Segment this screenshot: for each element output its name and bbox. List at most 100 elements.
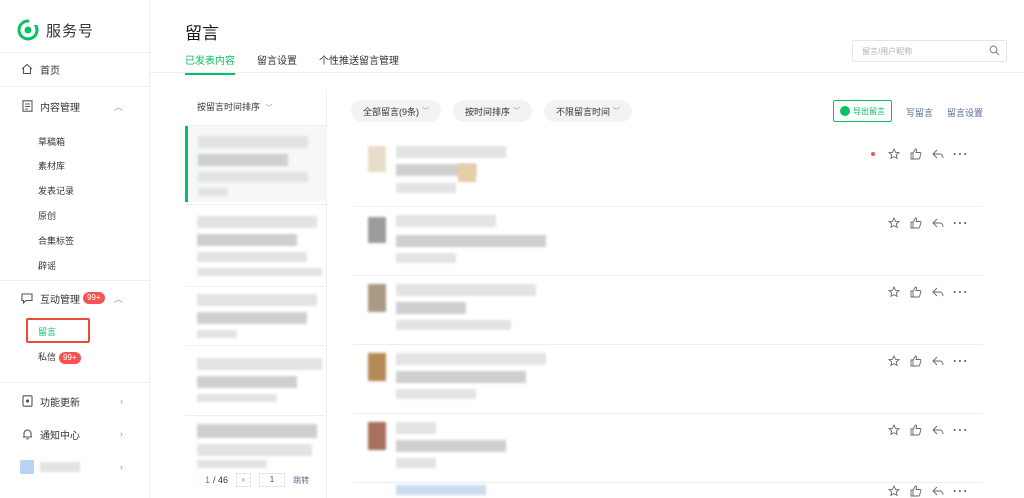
filter-bar: 全部留言(9条) ﹀ 按时间排序 ﹀ 不限留言时间 ﹀ — [351, 100, 633, 122]
comment-row: ⋯ — [353, 207, 983, 276]
sidebar-item-materials[interactable]: 素材库 — [38, 159, 65, 172]
filter-all-comments-label: 全部留言(9条) — [363, 106, 419, 117]
more-icon[interactable]: ⋯ — [952, 422, 968, 439]
chevron-right-icon: › — [120, 429, 123, 439]
divider — [0, 86, 150, 87]
comment-actions: ⋯ — [887, 422, 968, 439]
reply-icon[interactable] — [931, 423, 945, 437]
notification-badge: 99+ — [83, 292, 105, 304]
nav-home[interactable]: 首页 — [0, 56, 150, 82]
reply-icon[interactable] — [931, 147, 945, 161]
like-icon[interactable] — [909, 147, 923, 161]
like-icon[interactable] — [909, 354, 923, 368]
divider — [185, 415, 327, 416]
reply-icon[interactable] — [931, 354, 945, 368]
like-icon[interactable] — [909, 423, 923, 437]
jump-button[interactable]: 跳转 — [293, 475, 309, 486]
nav-home-label: 首页 — [40, 65, 60, 77]
comment-row: ⋯ — [353, 138, 983, 207]
sidebar-item-collection-tags[interactable]: 合集标签 — [38, 234, 74, 247]
divider — [0, 382, 150, 383]
like-icon[interactable] — [909, 484, 923, 498]
sidebar-item-original[interactable]: 原创 — [38, 209, 56, 222]
export-comments-button[interactable]: 导出留言 — [833, 100, 892, 122]
logo-icon — [17, 19, 39, 41]
comment-row: ⋯ — [353, 483, 983, 498]
nav-feature-update[interactable]: 功能更新 › — [0, 388, 150, 414]
sidebar: 服务号 首页 内容管理 ︿ 草稿箱 素材库 发表记录 原创 合集标签 辟谣 互动… — [0, 0, 150, 498]
reply-icon[interactable] — [931, 216, 945, 230]
nav-interact-mgmt[interactable]: 互动管理 99+ ︿ — [0, 285, 150, 311]
comment-settings-button[interactable]: 留言设置 — [947, 106, 983, 119]
chevron-up-icon: ︿ — [113, 293, 123, 304]
reply-icon[interactable] — [931, 285, 945, 299]
avatar — [20, 460, 34, 474]
filter-time-range-label: 不限留言时间 — [556, 106, 611, 117]
more-icon[interactable]: ⋯ — [952, 215, 968, 232]
star-icon[interactable] — [887, 216, 901, 230]
home-icon — [20, 62, 34, 76]
chat-bubble-icon — [20, 291, 34, 305]
pagination: 1 / 46 › 1 跳转 — [205, 473, 309, 487]
document-icon — [20, 99, 34, 113]
comment-actions: ⋯ — [887, 215, 968, 232]
export-icon — [840, 106, 850, 116]
update-icon — [20, 394, 34, 408]
list-item[interactable] — [185, 210, 327, 286]
sidebar-item-private-msg[interactable]: 私信 99+ — [38, 350, 81, 364]
write-comment-button[interactable]: 写留言 — [906, 106, 933, 119]
sidebar-item-comments[interactable]: 留言 — [26, 318, 90, 343]
filter-time-range[interactable]: 不限留言时间 ﹀ — [544, 100, 633, 122]
list-item[interactable] — [185, 126, 327, 202]
nav-content-mgmt-label: 内容管理 — [40, 102, 80, 114]
chevron-down-icon: ﹀ — [613, 108, 621, 115]
nav-account[interactable]: › — [0, 454, 150, 480]
divider — [185, 345, 327, 346]
comment-actions: ⋯ — [887, 353, 968, 370]
search-icon[interactable] — [989, 45, 1000, 58]
article-list: 按留言时间排序 ﹀ 1 / 46 › 1 跳转 — [185, 90, 327, 498]
divider — [150, 72, 1024, 73]
sidebar-item-drafts[interactable]: 草稿箱 — [38, 135, 65, 148]
reply-icon[interactable] — [931, 484, 945, 498]
sidebar-item-private-msg-label: 私信 — [38, 352, 57, 362]
divider — [185, 204, 327, 205]
sidebar-item-rumor[interactable]: 辟谣 — [38, 259, 56, 272]
star-icon[interactable] — [887, 484, 901, 498]
nav-content-mgmt[interactable]: 内容管理 ︿ — [0, 93, 150, 119]
filter-sort-time[interactable]: 按时间排序 ﹀ — [453, 100, 533, 122]
more-icon[interactable]: ⋯ — [952, 483, 968, 498]
sidebar-item-comments-label: 留言 — [38, 327, 57, 337]
sort-dropdown[interactable]: 按留言时间排序 ﹀ — [197, 100, 273, 113]
star-icon[interactable] — [887, 285, 901, 299]
export-comments-label: 导出留言 — [853, 106, 885, 116]
star-icon[interactable] — [887, 423, 901, 437]
more-icon[interactable]: ⋯ — [952, 146, 968, 163]
chevron-down-icon: ﹀ — [422, 108, 429, 115]
sidebar-item-publish-records[interactable]: 发表记录 — [38, 184, 74, 197]
nav-notify-center[interactable]: 通知中心 › — [0, 421, 150, 447]
search-placeholder: 留言/用户昵称 — [862, 46, 913, 56]
blurred-account-name — [40, 462, 80, 472]
chevron-up-icon: ︿ — [113, 101, 123, 112]
chevron-down-icon: ﹀ — [513, 108, 521, 115]
bell-icon — [20, 427, 34, 441]
page-input[interactable]: 1 — [258, 473, 286, 487]
filter-all-comments[interactable]: 全部留言(9条) ﹀ — [351, 100, 441, 122]
brand[interactable]: 服务号 — [17, 19, 94, 41]
filter-sort-time-label: 按时间排序 — [465, 106, 511, 117]
more-icon[interactable]: ⋯ — [952, 284, 968, 301]
like-icon[interactable] — [909, 285, 923, 299]
search-input[interactable]: 留言/用户昵称 — [852, 40, 1007, 62]
like-icon[interactable] — [909, 216, 923, 230]
star-icon[interactable] — [887, 354, 901, 368]
page-current: 1 — [205, 475, 211, 485]
nav-notify-center-label: 通知中心 — [40, 430, 80, 442]
list-item[interactable] — [185, 352, 327, 428]
comment-actions: ⋯ — [887, 284, 968, 301]
more-icon[interactable]: ⋯ — [952, 353, 968, 370]
brand-name: 服务号 — [46, 22, 95, 40]
next-page-button[interactable]: › — [236, 473, 251, 487]
star-icon[interactable] — [887, 147, 901, 161]
page-title: 留言 — [185, 24, 219, 43]
